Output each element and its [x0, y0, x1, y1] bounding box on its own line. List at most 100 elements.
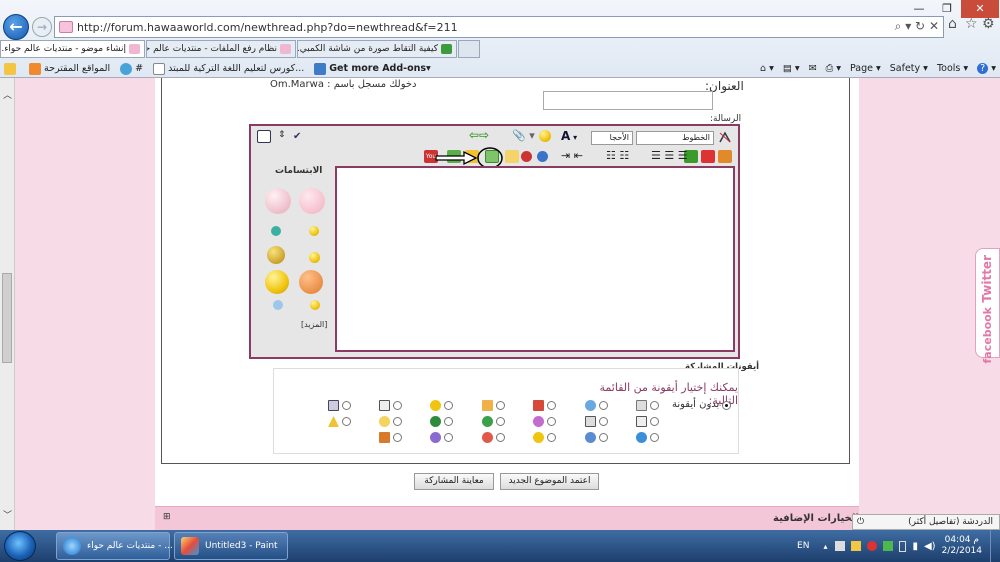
twitter-link[interactable]: Twitter	[980, 255, 994, 303]
smilie-girl[interactable]	[265, 188, 291, 214]
font-color-icon[interactable]: A ▾	[561, 129, 577, 143]
indent-buttons[interactable]: ⇥ ⇤	[561, 149, 583, 162]
italic-button[interactable]	[701, 150, 715, 163]
chat-bar[interactable]: الدردشة (تفاصيل أكثر) ⏻	[852, 514, 1000, 530]
page-menu[interactable]: Page ▾	[850, 63, 881, 74]
volume-icon[interactable]: ◀)	[924, 541, 936, 552]
preview-post-button[interactable]: معاينة المشاركة	[414, 473, 494, 490]
undo-redo-icons[interactable]: ⇦⇨	[469, 128, 489, 142]
icon-radio[interactable]	[444, 433, 453, 442]
feeds-icon[interactable]: ▤ ▾	[783, 63, 800, 74]
icon-radio[interactable]	[650, 433, 659, 442]
update-icon[interactable]	[883, 541, 894, 551]
insert-smilie-icon[interactable]	[539, 130, 551, 142]
tab-upload-system[interactable]: نظام رفع الملفات - منتديات عالم حواء	[146, 40, 296, 58]
fav-hash[interactable]: #	[120, 62, 143, 75]
back-button[interactable]: ←	[3, 14, 29, 40]
warning-tray-icon[interactable]	[851, 541, 862, 551]
safety-menu[interactable]: Safety ▾	[890, 63, 928, 74]
language-indicator[interactable]: EN	[797, 541, 809, 551]
print-icon[interactable]: ⎙ ▾	[826, 63, 841, 74]
icon-radio[interactable]	[444, 401, 453, 410]
scroll-down-icon[interactable]: ﹀	[3, 508, 12, 521]
network-icon[interactable]: ▮	[912, 541, 918, 552]
battery-icon[interactable]	[899, 540, 907, 552]
scroll-thumb[interactable]	[2, 273, 12, 363]
icon-radio[interactable]	[496, 417, 505, 426]
more-smilies-link[interactable]: [المزيد]	[301, 320, 327, 329]
smilie-cool[interactable]	[271, 226, 281, 236]
resize-arrows-icon[interactable]: ⇕	[278, 130, 286, 140]
clock[interactable]: 04:04 م 2/2/2014	[942, 535, 982, 557]
facebook-link[interactable]: facebook	[981, 307, 994, 364]
keyboard-icon[interactable]	[835, 541, 846, 551]
address-bar[interactable]: http://forum.hawaaworld.com/newthread.ph…	[54, 16, 944, 38]
favorites-star-icon[interactable]	[4, 62, 19, 75]
icon-radio[interactable]	[393, 417, 402, 426]
title-input[interactable]	[543, 91, 713, 110]
submit-thread-button[interactable]: اعتمد الموضوع الجديد	[500, 473, 599, 490]
insert-link-icon[interactable]	[537, 151, 548, 162]
smilie-big-grin[interactable]	[265, 270, 289, 294]
icon-radio[interactable]	[496, 433, 505, 442]
icon-radio[interactable]	[444, 417, 453, 426]
icon-radio[interactable]	[393, 401, 402, 410]
icon-radio[interactable]	[650, 401, 659, 410]
scroll-up-icon[interactable]: ︿	[3, 88, 12, 101]
favorites-star-icon[interactable]: ☆	[965, 16, 978, 32]
tab-screenshot-howto[interactable]: كيفية التقاط صورة من شاشة الكمبي...	[297, 40, 457, 58]
align-buttons[interactable]: ☰ ☰ ☰	[651, 149, 688, 162]
home-icon[interactable]: ⌂ ▾	[760, 63, 774, 74]
list-buttons[interactable]: ☷ ☷	[606, 149, 629, 162]
tools-menu[interactable]: Tools ▾	[937, 63, 968, 74]
start-button[interactable]	[4, 531, 36, 561]
gear-icon[interactable]: ⚙	[982, 16, 995, 32]
font-select[interactable]: الخطوط	[636, 131, 714, 145]
icon-radio[interactable]	[342, 417, 351, 426]
icon-radio[interactable]	[547, 433, 556, 442]
smilie-sunglasses[interactable]	[273, 300, 283, 310]
smilie-smile[interactable]	[309, 252, 320, 263]
mail-icon[interactable]: ✉	[809, 63, 817, 74]
taskbar-ie[interactable]: منتديات عالم حواء - ...	[56, 532, 173, 560]
icon-radio[interactable]	[342, 401, 351, 410]
size-select[interactable]: الأحجا	[591, 131, 633, 145]
new-tab-button[interactable]	[458, 40, 480, 58]
fav-addons[interactable]: Get more Add-ons ▾	[314, 62, 431, 75]
icon-radio[interactable]	[599, 433, 608, 442]
refresh-icon[interactable]: ↻	[915, 19, 925, 33]
smilie-tongue[interactable]	[310, 300, 320, 310]
additional-options-bar[interactable]: ⊞ الخيارات الإضافية	[155, 506, 859, 530]
smilie-hair[interactable]	[267, 246, 285, 264]
smilie-big-orange[interactable]	[299, 270, 323, 294]
smilie-wave[interactable]	[309, 226, 319, 236]
smilie-kiss[interactable]	[299, 188, 325, 214]
tab-new-thread[interactable]: إنشاء موضو - منتديات عالم حواء... ✕	[0, 40, 145, 58]
fav-suggested-sites[interactable]: المواقع المقترحة	[29, 62, 110, 75]
icon-radio[interactable]	[547, 417, 556, 426]
security-icon[interactable]	[867, 541, 878, 551]
spellcheck-icon[interactable]: ✔	[293, 131, 301, 142]
icon-radio[interactable]	[393, 433, 402, 442]
taskbar-paint[interactable]: Untitled3 - Paint	[174, 532, 288, 560]
show-desktop-button[interactable]	[990, 530, 1000, 562]
home-icon[interactable]: ⌂	[948, 16, 957, 32]
forward-button[interactable]: →	[32, 17, 52, 37]
message-textarea[interactable]	[335, 166, 735, 352]
no-icon-radio[interactable]	[722, 401, 731, 410]
help-menu[interactable]: ? ▾	[977, 63, 996, 74]
switch-mode-icon[interactable]	[257, 130, 271, 143]
icon-radio[interactable]	[650, 417, 659, 426]
bold-button[interactable]	[718, 150, 732, 163]
remove-format-icon[interactable]	[718, 131, 732, 144]
search-icon[interactable]: ⌕	[895, 19, 902, 33]
icon-radio[interactable]	[599, 401, 608, 410]
icon-radio[interactable]	[599, 417, 608, 426]
icon-radio[interactable]	[547, 401, 556, 410]
attach-paperclip-icon[interactable]: 📎 ▾	[512, 129, 535, 142]
show-hidden-icon[interactable]: ▴	[823, 542, 827, 551]
expand-plus-icon[interactable]: ⊞	[163, 512, 171, 522]
remove-link-icon[interactable]	[521, 151, 532, 162]
stop-icon[interactable]: ✕	[929, 19, 939, 33]
vertical-scrollbar[interactable]: ︿ ﹀	[0, 78, 15, 530]
